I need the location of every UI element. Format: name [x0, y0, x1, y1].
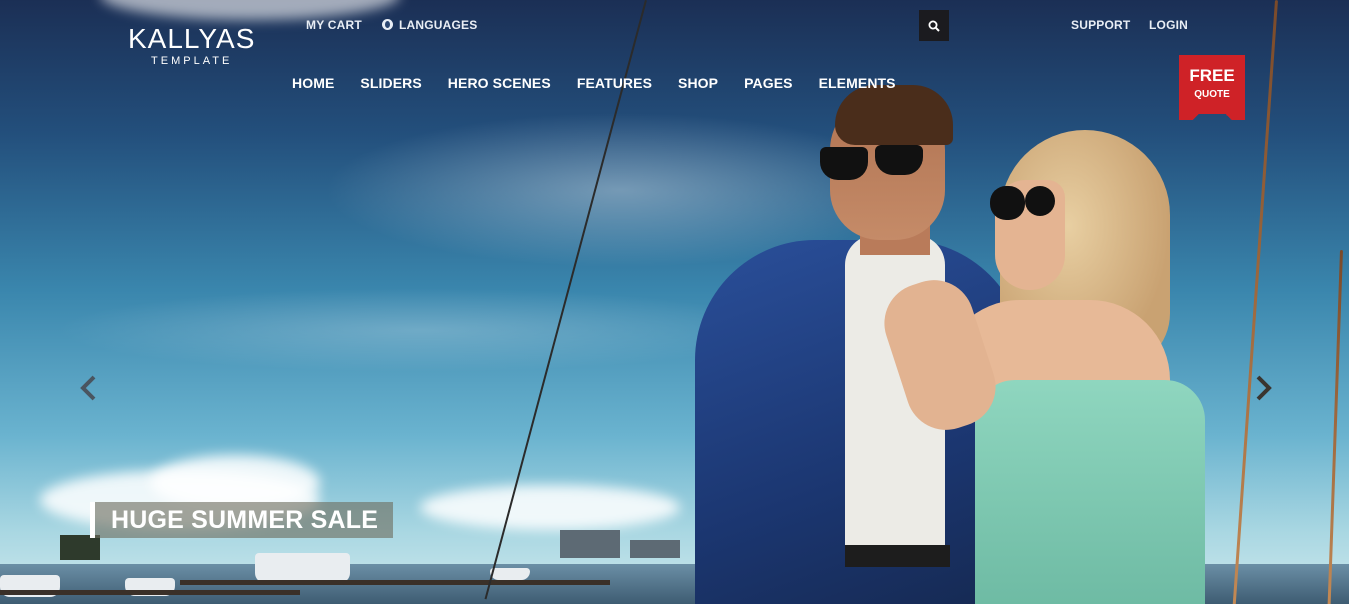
slider-prev-button[interactable]: [78, 374, 98, 402]
my-cart-link[interactable]: MY CART: [306, 18, 362, 32]
logo-name: KALLYAS: [128, 23, 256, 54]
nav-item-shop[interactable]: SHOP: [678, 75, 718, 91]
slider-next-button[interactable]: [1254, 374, 1274, 402]
support-link[interactable]: SUPPORT: [1071, 18, 1130, 32]
chevron-left-icon: [80, 375, 96, 401]
languages-label: LANGUAGES: [399, 18, 478, 32]
nav-item-home[interactable]: HOME: [292, 75, 334, 91]
nav-item-features[interactable]: FEATURES: [577, 75, 652, 91]
quote-line2: QUOTE: [1194, 89, 1230, 100]
chevron-right-icon: [1256, 375, 1272, 401]
globe-icon: [382, 19, 393, 30]
logo-tagline: TEMPLATE: [151, 55, 233, 67]
quote-line1: FREE: [1189, 66, 1235, 85]
login-link[interactable]: LOGIN: [1149, 18, 1188, 32]
nav-item-hero-scenes[interactable]: HERO SCENES: [448, 75, 551, 91]
main-nav: HOME SLIDERS HERO SCENES FEATURES SHOP P…: [292, 75, 896, 91]
languages-link[interactable]: LANGUAGES: [382, 18, 477, 32]
search-button[interactable]: [919, 10, 949, 41]
slide-caption[interactable]: HUGE SUMMER SALE: [90, 502, 394, 538]
nav-item-elements[interactable]: ELEMENTS: [819, 75, 896, 91]
free-quote-button[interactable]: FREE QUOTE: [1179, 55, 1245, 120]
nav-item-pages[interactable]: PAGES: [744, 75, 792, 91]
nav-item-sliders[interactable]: SLIDERS: [360, 75, 421, 91]
search-icon: [928, 20, 940, 32]
site-logo[interactable]: KALLYAS TEMPLATE: [128, 23, 256, 68]
